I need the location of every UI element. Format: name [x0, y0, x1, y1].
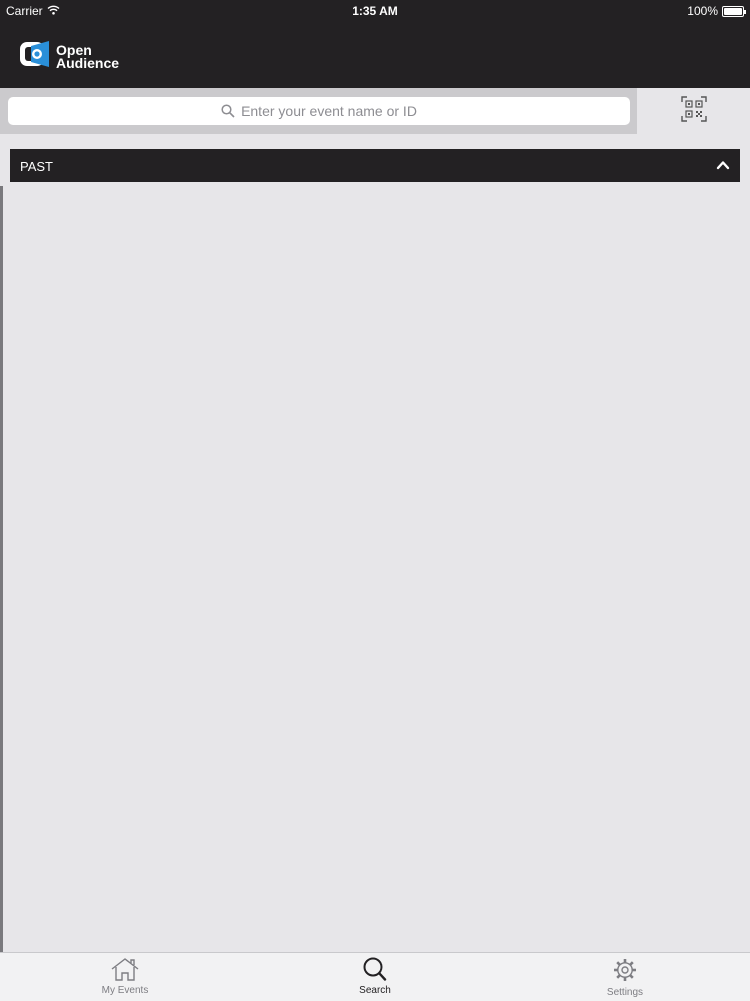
qr-scan-button[interactable] — [637, 88, 750, 134]
app-logo: Open Audience — [20, 41, 119, 72]
logo-line-audience: Audience — [56, 54, 120, 71]
logo-text: Open Audience — [56, 43, 120, 71]
battery-indicator: 100% — [687, 4, 746, 18]
section-title: PAST — [20, 159, 53, 174]
clock: 1:35 AM — [352, 4, 398, 18]
events-list: PAST — [0, 134, 750, 952]
search-bar: Enter your event name or ID — [0, 88, 637, 134]
open-audience-logo-icon — [20, 41, 50, 72]
search-icon — [221, 104, 235, 118]
list-edge-divider — [0, 186, 3, 952]
battery-icon — [722, 5, 746, 17]
search-placeholder: Enter your event name or ID — [241, 103, 417, 119]
tab-settings[interactable]: Settings — [565, 957, 685, 998]
tab-label: My Events — [101, 985, 149, 996]
past-section-header[interactable]: PAST — [10, 149, 740, 182]
gear-icon — [610, 957, 640, 986]
tab-search[interactable]: Search — [315, 957, 435, 996]
chevron-up-icon[interactable] — [716, 158, 730, 177]
tab-bar: My Events Search Settings — [0, 952, 750, 1001]
home-icon — [110, 957, 140, 984]
tab-label: Search — [359, 985, 391, 996]
tab-label: Settings — [606, 987, 644, 998]
qr-code-icon — [680, 95, 707, 127]
app-header: Open Audience — [0, 22, 750, 88]
search-input[interactable]: Enter your event name or ID — [8, 97, 630, 125]
battery-percent: 100% — [687, 4, 718, 18]
status-bar: Carrier 1:35 AM 100% — [0, 0, 750, 22]
search-icon — [360, 957, 390, 984]
tab-my-events[interactable]: My Events — [65, 957, 185, 996]
